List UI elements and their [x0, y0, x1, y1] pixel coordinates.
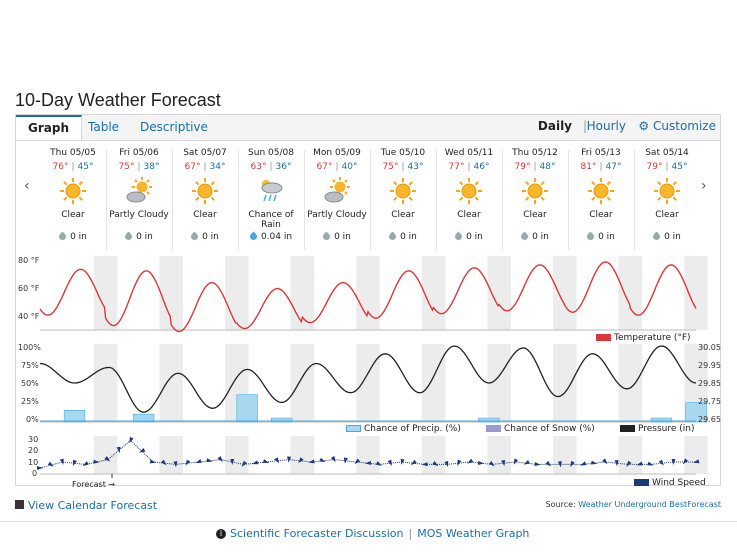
pressure-axis-label: 30.05: [698, 343, 721, 352]
legend-label: Chance of Precip. (%): [364, 424, 461, 434]
pct-axis-label: 0%: [26, 415, 39, 424]
pressure-axis-label: 29.95: [698, 361, 721, 370]
discussion-link[interactable]: Scientific Forecaster Discussion: [230, 527, 404, 540]
night-band: [421, 256, 446, 330]
pressure-axis-label: 29.65: [698, 415, 721, 424]
legend-swatch: [634, 479, 649, 486]
wind-arrow: [387, 459, 392, 466]
legend-temperature: Temperature (°F): [596, 333, 691, 343]
night-band: [356, 344, 380, 422]
forecast-charts: [37, 256, 708, 478]
link-separator: |: [408, 527, 413, 540]
legend-label: Temperature (°F): [614, 333, 691, 343]
night-band: [356, 436, 380, 474]
pct-axis-label: 100%: [18, 343, 41, 352]
night-band: [421, 344, 446, 422]
footer-links: i Scientific Forecaster Discussion | MOS We…: [216, 527, 529, 540]
wind-axis-label: 20: [28, 446, 39, 455]
night-band: [224, 256, 249, 330]
night-band: [159, 256, 184, 330]
legend-snow: Chance of Snow (%): [486, 424, 595, 434]
precip-bar: [236, 394, 258, 423]
wind-arrow: [523, 459, 530, 465]
wind-arrow: [478, 461, 485, 466]
night-band: [290, 436, 315, 474]
legend-swatch: [486, 425, 501, 432]
night-band: [618, 256, 643, 330]
source-link[interactable]: Weather Underground BestForecast: [578, 500, 721, 509]
legend-swatch: [346, 425, 361, 432]
night-band: [684, 256, 708, 330]
legend-label: Wind Speed: [652, 478, 706, 488]
pct-axis-label: 75%: [21, 361, 39, 370]
wind-arrow: [410, 459, 417, 466]
night-band: [618, 436, 643, 474]
wind-axis-label: 10: [28, 458, 39, 467]
night-band: [93, 344, 118, 422]
wind-axis-label: 0: [32, 469, 38, 478]
info-icon: i: [216, 529, 226, 539]
wind-arrow: [319, 457, 326, 463]
night-band: [684, 436, 708, 474]
wind-arrow: [534, 462, 541, 466]
legend-wind: Wind Speed: [634, 478, 706, 488]
night-band: [552, 256, 577, 330]
wind-axis-label: 30: [28, 435, 39, 444]
temp-axis-label: 80 °F: [18, 256, 40, 265]
night-band: [618, 344, 643, 422]
pressure-axis-label: 29.85: [698, 379, 721, 388]
night-band: [159, 344, 184, 422]
legend-precip: Chance of Precip. (%): [346, 424, 461, 434]
calendar-icon: [15, 500, 24, 509]
legend-pressure: Pressure (in): [620, 424, 695, 434]
pct-axis-label: 25%: [21, 397, 39, 406]
night-band: [290, 344, 315, 422]
temp-axis-label: 40 °F: [18, 312, 40, 321]
wind-arrow: [139, 448, 146, 453]
legend-label: Chance of Snow (%): [504, 424, 595, 434]
wind-arrow: [47, 461, 54, 467]
mos-graph-link[interactable]: MOS Weather Graph: [417, 527, 529, 540]
forecast-marker-label: Forecast →: [72, 480, 116, 489]
wind-arrow: [195, 459, 202, 464]
view-calendar-link[interactable]: View Calendar Forecast: [15, 499, 157, 512]
wind-arrow: [82, 461, 89, 466]
temp-axis-label: 60 °F: [18, 284, 40, 293]
precip-bar: [63, 409, 86, 423]
night-band: [159, 436, 184, 474]
legend-swatch: [620, 425, 635, 432]
legend-swatch: [596, 334, 611, 341]
night-band: [421, 436, 446, 474]
calendar-link-label: View Calendar Forecast: [28, 499, 158, 512]
pct-axis-label: 50%: [21, 379, 39, 388]
pressure-axis-label: 29.75: [698, 397, 721, 406]
wind-arrow: [206, 458, 213, 462]
legend-label: Pressure (in): [638, 424, 695, 434]
wind-arrow: [59, 458, 64, 465]
divider: [0, 521, 737, 522]
source-credit: Source: Weather Underground BestForecast: [546, 500, 721, 509]
night-band: [487, 436, 512, 474]
night-band: [552, 436, 577, 474]
night-band: [224, 436, 249, 474]
wind-arrow: [457, 459, 462, 467]
wind-arrow: [580, 461, 587, 466]
night-band: [356, 256, 380, 330]
night-band: [552, 344, 577, 422]
source-prefix: Source:: [545, 500, 576, 509]
